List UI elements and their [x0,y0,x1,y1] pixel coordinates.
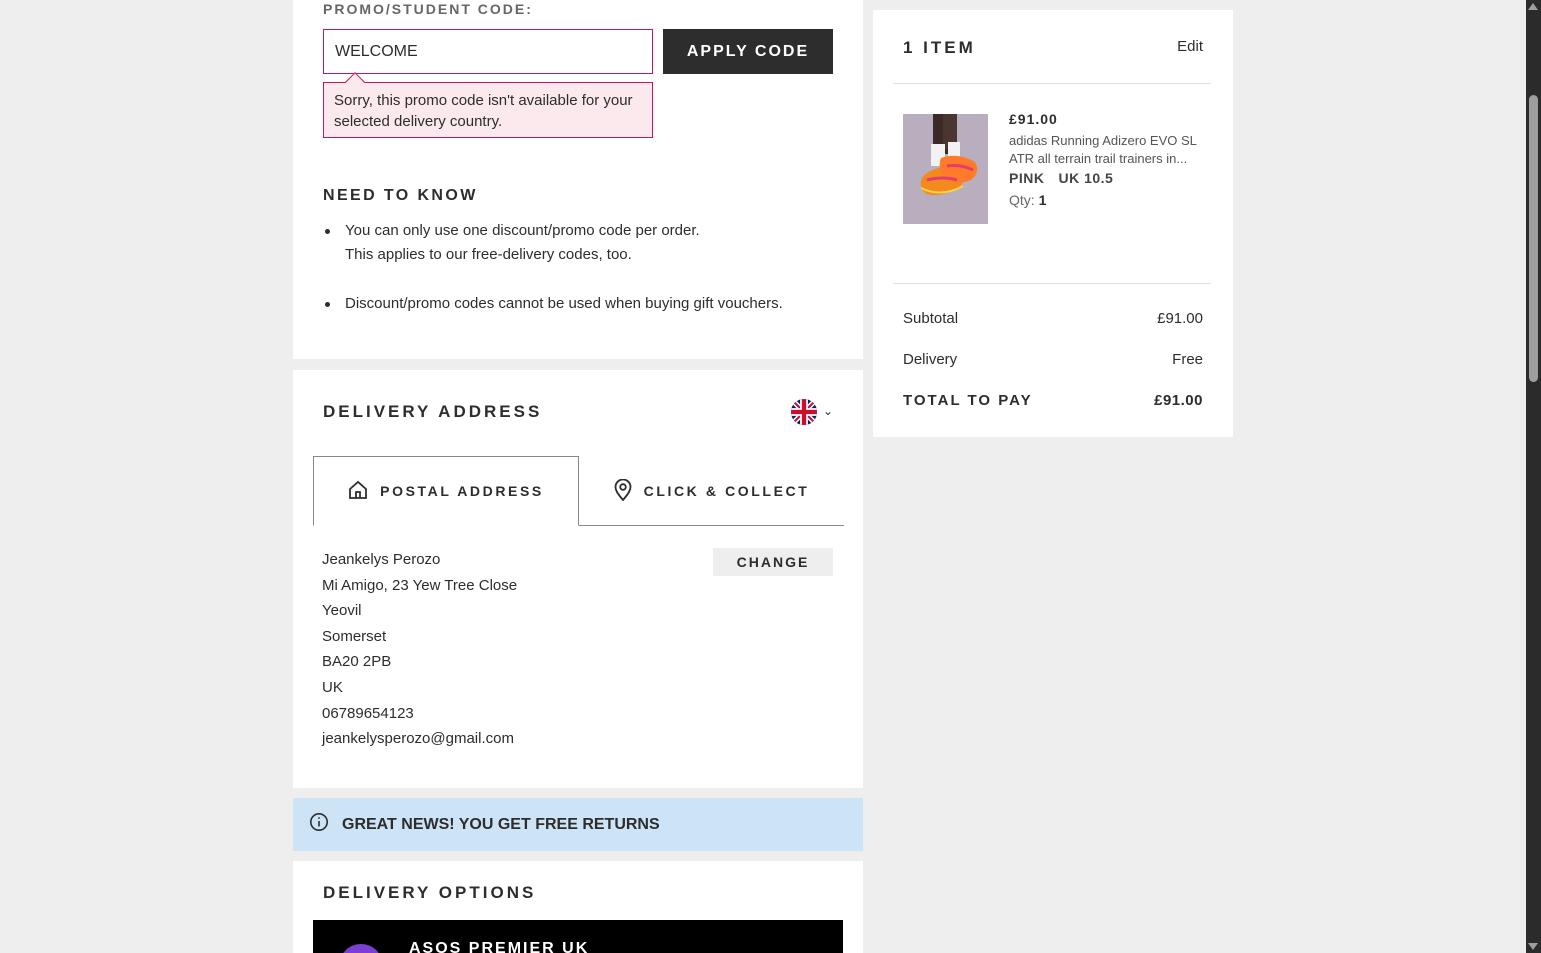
address-email: jeankelysperozo@gmail.com [322,730,514,748]
promo-panel: PROMO/STUDENT CODE: APPLY CODE Sorry, th… [293,0,863,359]
address-county: Somerset [322,627,387,645]
address-tabs: POSTAL ADDRESS CLICK & COLLECT [313,456,844,526]
product-variant: PINK UK 10.5 [1009,170,1113,186]
tab-click-collect[interactable]: CLICK & COLLECT [579,456,844,526]
page-scrollbar[interactable] [1526,0,1541,953]
promo-label: PROMO/STUDENT CODE: [323,1,533,17]
asos-premier-option[interactable]: ASOS PREMIER UK [313,920,843,953]
total-value: £91.00 [1154,392,1203,409]
tab-label: CLICK & COLLECT [643,483,810,499]
delivery-label: Delivery [903,351,958,368]
list-item-line: Discount/promo codes cannot be used when… [345,295,783,312]
product-colour: PINK [1009,170,1045,186]
need-to-know-title: NEED TO KNOW [323,187,478,204]
delivery-address-title: DELIVERY ADDRESS [323,402,543,421]
order-summary-panel: 1 ITEM Edit £91.00 adidas Running Adizer… [873,10,1233,437]
free-returns-banner: GREAT NEWS! YOU GET FREE RETURNS [293,798,863,851]
house-icon [348,480,368,503]
divider [893,283,1211,284]
chevron-down-icon[interactable]: ⌄ [823,404,833,418]
delivery-row: Delivery Free [903,351,1203,368]
item-count: 1 ITEM [903,38,976,57]
need-to-know-list: You can only use one discount/promo code… [323,219,783,316]
delivery-address-panel: DELIVERY ADDRESS ⌄ POSTAL ADDRESS CLICK … [293,370,863,788]
delivery-value: Free [1172,351,1203,368]
premier-logo-icon [339,944,383,953]
scroll-up-arrow-icon[interactable] [1528,3,1538,10]
list-item: You can only use one discount/promo code… [323,219,783,267]
premier-label: ASOS PREMIER UK [409,940,590,953]
tab-label: POSTAL ADDRESS [380,483,544,499]
product-quantity: Qty: 1 [1009,192,1046,208]
total-label: TOTAL TO PAY [903,392,1033,409]
address-country: UK [322,678,343,696]
free-returns-text: GREAT NEWS! YOU GET FREE RETURNS [342,815,660,833]
info-icon [309,812,329,837]
address-name: Jeankelys Perozo [322,551,441,568]
list-item-line: You can only use one discount/promo code… [345,222,700,239]
product-thumbnail[interactable] [903,114,988,224]
product-size: UK 10.5 [1058,170,1114,186]
address-town: Yeovil [322,602,362,620]
edit-bag-link[interactable]: Edit [1177,38,1203,55]
list-item: Discount/promo codes cannot be used when… [323,292,783,316]
error-pointer [345,72,365,92]
tab-postal-address[interactable]: POSTAL ADDRESS [313,456,579,526]
scroll-down-arrow-icon[interactable] [1528,943,1538,950]
promo-error-message: Sorry, this promo code isn't available f… [323,72,653,138]
subtotal-row: Subtotal £91.00 [903,310,1203,327]
postal-address-block: Jeankelys Perozo Mi Amigo, 23 Yew Tree C… [322,547,517,752]
change-address-button[interactable]: CHANGE [713,548,833,576]
delivery-options-title: DELIVERY OPTIONS [323,883,537,902]
divider [893,83,1211,84]
scrollbar-thumb[interactable] [1529,95,1538,382]
delivery-options-panel: DELIVERY OPTIONS ASOS PREMIER UK [293,861,863,953]
promo-error-text: Sorry, this promo code isn't available f… [334,92,633,130]
address-postcode: BA20 2PB [322,653,392,671]
total-row: TOTAL TO PAY £91.00 [903,392,1203,409]
address-line: Mi Amigo, 23 Yew Tree Close [322,576,518,594]
qty-value: 1 [1038,192,1047,208]
address-phone: 06789654123 [322,704,414,722]
location-pin-icon [614,478,632,504]
qty-label: Qty: [1009,192,1035,208]
subtotal-value: £91.00 [1157,310,1203,327]
product-price: £91.00 [1009,111,1058,127]
apply-code-button[interactable]: APPLY CODE [663,29,833,74]
list-item-line: This applies to our free-delivery codes,… [345,246,632,263]
uk-flag-icon[interactable] [791,399,817,425]
promo-code-input[interactable] [323,29,653,74]
product-name[interactable]: adidas Running Adizero EVO SL ATR all te… [1009,132,1205,168]
subtotal-label: Subtotal [903,310,959,327]
